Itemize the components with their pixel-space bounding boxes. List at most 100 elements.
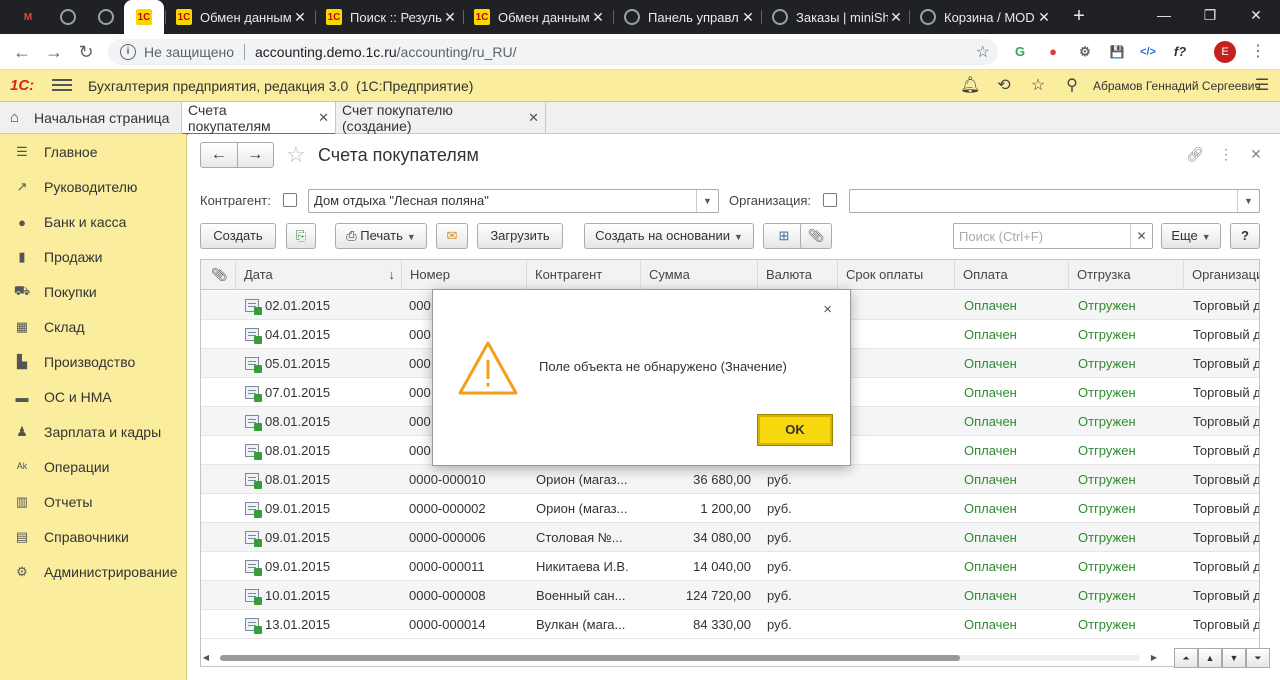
forward-arrow-icon[interactable]: → [236,143,274,167]
close-form-icon[interactable]: ✕ [1247,145,1265,163]
load-button[interactable]: Загрузить [477,223,563,249]
scroll-bottom-icon[interactable]: ⏷ [1246,648,1270,668]
scroll-right-icon[interactable]: ▶ [1148,651,1160,665]
column-header[interactable]: Сумма [641,260,758,290]
sidebar-item[interactable]: ☰ Главное [0,137,187,167]
sidebar-item[interactable]: ♟ Зарплата и кадры [0,417,187,447]
sidebar-item[interactable]: ▙ Производство [0,347,187,377]
counterparty-field[interactable]: Дом отдыха "Лесная поляна" ▼ [308,189,719,213]
print-button[interactable]: ⎙ Печать ▼ [335,223,427,249]
settings-menu-icon[interactable]: ☰ [1252,76,1272,96]
copy-document-icon[interactable]: ⎘ [286,223,316,249]
clear-search-icon[interactable]: ✕ [1130,224,1152,248]
table-row[interactable]: 09.01.2015 0000-000002 Орион (магаз... 1 20… [201,494,1259,523]
browser-tab[interactable] [88,0,124,34]
column-header[interactable]: Отгрузка [1069,260,1184,290]
search-icon[interactable]: ⚲ [1062,76,1082,96]
user-name[interactable]: Абрамов Геннадий Сергеевич [1093,79,1261,93]
sidebar-item[interactable]: ▮ Продажи [0,242,187,272]
column-header[interactable]: Организаци [1184,260,1259,290]
link-icon[interactable]: 🔗︎ [1186,145,1204,163]
address-bar[interactable]: i Не защищено accounting.demo.1c.ru/acco… [108,39,998,65]
browser-tab[interactable]: M [8,0,48,34]
close-tab-icon[interactable]: ✕ [740,9,756,26]
scroll-thumb[interactable] [220,655,960,661]
save-extension-icon[interactable]: 💾 [1107,42,1127,62]
browser-tab[interactable] [48,0,88,34]
sidebar-item[interactable]: ▥ Отчеты [0,487,187,517]
browser-tab[interactable]: 1С Поиск :: Резуль ✕ [316,0,464,34]
scroll-up-icon[interactable]: ▲ [1198,648,1222,668]
more-vertical-icon[interactable]: ⋮ [1217,145,1235,163]
profile-avatar[interactable]: E [1214,41,1236,63]
counterparty-filter-checkbox[interactable] [283,193,297,207]
close-tab-icon[interactable]: ✕ [590,9,606,26]
add-favorite-star-icon[interactable]: ☆ [286,142,306,168]
grammarly-extension-icon[interactable]: G [1010,42,1030,62]
create-based-on-button[interactable]: Создать на основании ▼ [584,223,754,249]
close-dialog-icon[interactable]: × [823,301,832,318]
table-row[interactable]: 10.01.2015 0000-000008 Военный сан... 124 7… [201,581,1259,610]
horizontal-scrollbar[interactable]: ◀ ▶ [200,651,1157,665]
table-row[interactable]: 09.01.2015 0000-000006 Столовая №... 34 080… [201,523,1259,552]
chevron-down-icon[interactable]: ▼ [1237,190,1259,212]
reload-icon[interactable]: ↻ [74,40,98,64]
column-header[interactable]: Оплата [955,260,1069,290]
back-arrow-icon[interactable]: ← [201,143,237,167]
home-tab[interactable]: ⌂ Начальная страница [0,102,182,134]
column-header[interactable]: Срок оплаты [838,260,955,290]
browser-tab[interactable]: Корзина / MOD ✕ [910,0,1058,34]
create-button[interactable]: Создать [200,223,276,249]
browser-menu-icon[interactable]: ⋮ [1248,41,1268,63]
scroll-top-icon[interactable]: ⏶ [1174,648,1198,668]
sidebar-item[interactable]: ⛟ Покупки [0,277,187,307]
structure-icon[interactable]: ⊞ [763,223,805,249]
sidebar-item[interactable]: ᴬᵏ Операции [0,452,187,482]
ok-button[interactable]: OK [757,414,833,446]
close-window-icon[interactable]: ✕ [1233,0,1279,30]
bookmark-star-icon[interactable]: ☆ [976,42,990,62]
attachment-icon[interactable]: 📎︎ [800,223,832,249]
search-input[interactable]: Поиск (Ctrl+F) ✕ [953,223,1153,249]
code-extension-icon[interactable]: </> [1138,42,1158,62]
column-header[interactable]: Дата ↓ [236,260,402,290]
sidebar-item[interactable]: ▬ ОС и НМА [0,382,187,412]
forward-icon[interactable]: → [42,40,66,64]
new-tab-button[interactable]: + [1068,5,1090,27]
back-icon[interactable]: ← [10,40,34,64]
bell-icon[interactable]: 🔔︎ [960,76,980,96]
table-row[interactable]: 09.01.2015 0000-000011 Никитаева И.В. 14 04… [201,552,1259,581]
browser-tab[interactable]: 1С Обмен данным ✕ [464,0,612,34]
favorites-star-icon[interactable]: ☆ [1028,76,1048,96]
function-extension-icon[interactable]: f? [1170,42,1190,62]
table-row[interactable]: 08.01.2015 0000-000010 Орион (магаз... 36 6… [201,465,1259,494]
column-header[interactable]: Валюта [758,260,838,290]
sidebar-item[interactable]: ⚙ Администрирование [0,557,187,587]
scroll-down-icon[interactable]: ▼ [1222,648,1246,668]
adblock-extension-icon[interactable]: ● [1043,42,1063,62]
info-icon[interactable]: i [120,44,136,60]
column-header[interactable]: Контрагент [527,260,641,290]
scroll-left-icon[interactable]: ◀ [200,651,212,665]
extension-gear-icon[interactable]: ⚙ [1075,42,1095,62]
tab-invoice-create[interactable]: Счет покупателю (создание) ✕ [336,102,546,134]
close-tab-icon[interactable]: ✕ [442,9,458,26]
help-button[interactable]: ? [1230,223,1260,249]
browser-tab[interactable]: Заказы | miniSh ✕ [762,0,910,34]
tab-invoices-list[interactable]: Счета покупателям ✕ [182,102,336,135]
organization-field[interactable]: ▼ [849,189,1260,213]
close-tab-icon[interactable]: ✕ [292,9,308,26]
sort-descending-icon[interactable]: ↓ [389,260,396,290]
close-tab-icon[interactable]: ✕ [528,110,539,126]
chevron-down-icon[interactable]: ▼ [696,190,718,212]
sidebar-item[interactable]: ● Банк и касса [0,207,187,237]
column-header[interactable]: Номер [402,260,527,290]
table-row[interactable]: 13.01.2015 0000-000014 Вулкан (мага... 84 3… [201,610,1259,639]
browser-tab[interactable]: 1С [124,0,164,34]
sidebar-item[interactable]: ▦ Склад [0,312,187,342]
browser-tab[interactable]: 1С Обмен данным ✕ [166,0,314,34]
close-tab-icon[interactable]: ✕ [888,9,904,26]
restore-window-icon[interactable]: ❐ [1187,0,1233,30]
browser-tab[interactable]: Панель управл ✕ [614,0,762,34]
organization-filter-checkbox[interactable] [823,193,837,207]
